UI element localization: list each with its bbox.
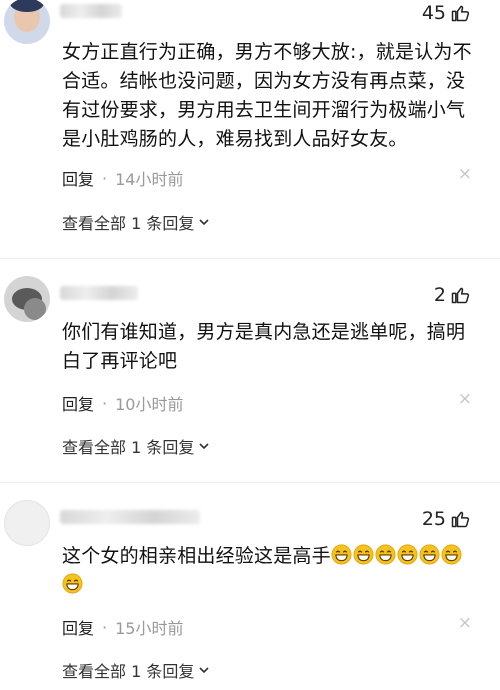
thumbs-up-icon <box>451 5 470 22</box>
username-blurred[interactable] <box>60 510 200 524</box>
view-replies-label: 查看全部 1 条回复 <box>62 438 195 457</box>
comment-text: 女方正直行为正确，男方不够大放:，就是认为不 合适。结帐也没问题，因为女方没有再… <box>62 38 478 154</box>
reply-button[interactable]: 回复 <box>62 615 94 639</box>
comment-line: 你们有谁知道，男方是真内急还是逃单呢，搞明 <box>62 321 466 343</box>
meta-dot: · <box>102 168 108 188</box>
comment-meta: 回复 · 10小时前 <box>62 391 183 415</box>
like-count: 2 <box>433 284 446 306</box>
avatar[interactable] <box>4 500 50 546</box>
like-button[interactable]: 25 <box>422 508 470 530</box>
avatar[interactable] <box>4 276 50 322</box>
thumbs-up-icon <box>451 287 470 304</box>
close-icon[interactable]: × <box>458 615 472 632</box>
thumbs-up-icon <box>451 511 470 528</box>
emoji-row <box>331 544 463 567</box>
grinning-emoji <box>331 544 352 565</box>
emoji-row <box>62 571 478 600</box>
grinning-emoji <box>441 544 462 565</box>
grinning-emoji <box>397 544 418 565</box>
chevron-down-icon <box>199 667 209 674</box>
timestamp: 15小时前 <box>115 619 184 638</box>
divider <box>0 482 500 483</box>
avatar-shade <box>24 298 46 320</box>
comment-line-with-emoji: 这个女的相亲相出经验这是高手 <box>62 542 478 571</box>
username-blurred[interactable] <box>60 286 138 300</box>
like-button[interactable]: 2 <box>434 284 470 306</box>
avatar[interactable] <box>4 0 50 44</box>
username-blurred[interactable] <box>60 4 122 18</box>
comment-line: 女方正直行为正确，男方不够大放:，就是认为不 <box>62 41 472 63</box>
grinning-emoji <box>62 573 83 594</box>
reply-button[interactable]: 回复 <box>62 166 94 190</box>
grinning-emoji <box>419 544 440 565</box>
chevron-down-icon <box>199 219 209 226</box>
close-icon[interactable]: × <box>458 391 472 408</box>
comment-line: 白了再评论吧 <box>62 350 178 372</box>
grinning-emoji <box>353 544 374 565</box>
meta-dot: · <box>102 393 108 413</box>
comment-line: 合适。结帐也没问题，因为女方没有再点菜，没 <box>62 70 466 92</box>
timestamp: 10小时前 <box>115 395 184 414</box>
comment-meta: 回复 · 14小时前 <box>62 166 183 190</box>
comment-line: 是小肚鸡肠的人，难易找到人品好女友。 <box>62 128 408 150</box>
chevron-down-icon <box>199 443 209 450</box>
like-count: 25 <box>421 508 446 530</box>
reply-button[interactable]: 回复 <box>62 391 94 415</box>
close-icon[interactable]: × <box>458 166 472 183</box>
comment-text: 你们有谁知道，男方是真内急还是逃单呢，搞明 白了再评论吧 <box>62 318 478 376</box>
view-replies-link[interactable]: 查看全部 1 条回复 <box>62 434 210 458</box>
view-replies-label: 查看全部 1 条回复 <box>62 662 195 681</box>
comment-text: 这个女的相亲相出经验这是高手 <box>62 542 478 600</box>
meta-dot: · <box>102 617 108 637</box>
divider <box>0 258 500 259</box>
view-replies-link[interactable]: 查看全部 1 条回复 <box>62 658 210 682</box>
comment-meta: 回复 · 15小时前 <box>62 615 183 639</box>
comment-line: 这个女的相亲相出经验这是高手 <box>62 545 331 567</box>
view-replies-label: 查看全部 1 条回复 <box>62 214 195 233</box>
comment-line: 有过份要求，男方用去卫生间开溜行为极端小气 <box>62 99 466 121</box>
like-count: 45 <box>421 2 446 24</box>
timestamp: 14小时前 <box>115 170 184 189</box>
view-replies-link[interactable]: 查看全部 1 条回复 <box>62 210 210 234</box>
grinning-emoji <box>375 544 396 565</box>
like-button[interactable]: 45 <box>422 2 470 24</box>
